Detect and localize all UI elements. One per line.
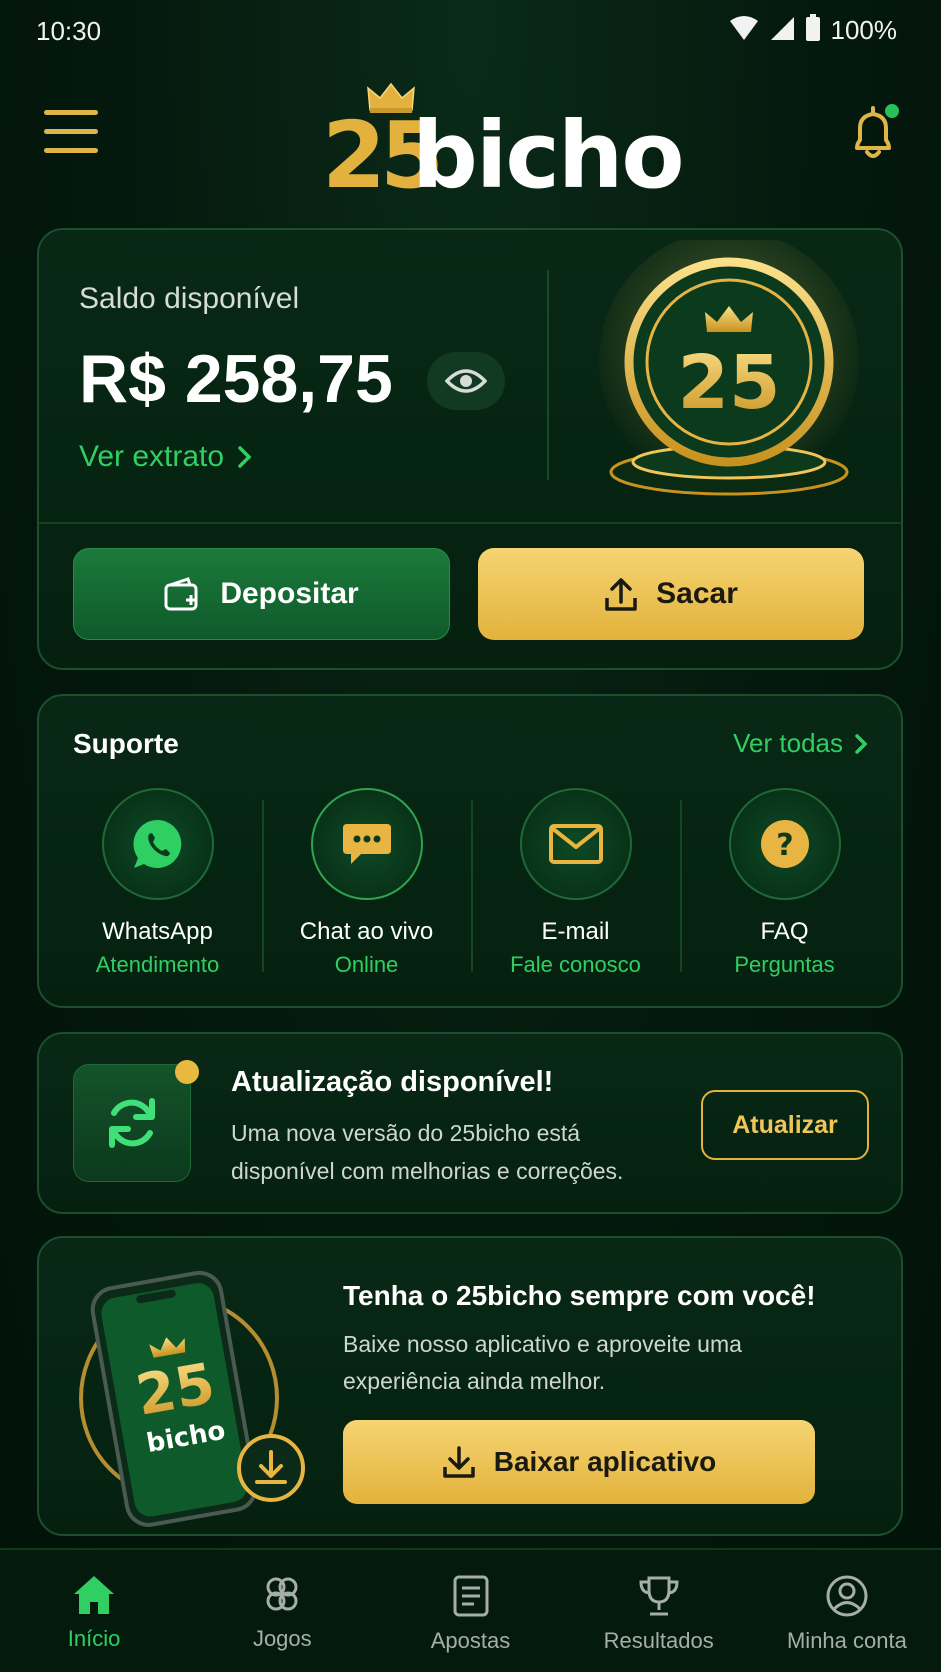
view-statement-label: Ver extrato [79, 440, 225, 473]
nav-label: Apostas [430, 1628, 511, 1653]
eye-icon [445, 369, 487, 393]
logo-word: bicho [412, 102, 685, 209]
status-time: 10:30 [36, 16, 102, 46]
phone-illustration: 25 bicho [69, 1268, 319, 1528]
see-all-link[interactable]: Ver todas [733, 728, 867, 759]
support-name: E-mail [541, 918, 610, 945]
nav-item-home[interactable]: Início [0, 1550, 188, 1672]
support-item-whatsapp[interactable]: WhatsApp Atendimento [53, 788, 262, 984]
support-sub: Atendimento [95, 952, 220, 977]
update-button[interactable]: Atualizar [701, 1090, 869, 1160]
support-title: Suporte [73, 728, 179, 759]
svg-text:?: ? [776, 828, 793, 863]
nav-item-bets[interactable]: Apostas [376, 1550, 564, 1672]
mail-icon [548, 824, 603, 864]
whatsapp-icon [132, 819, 181, 868]
user-icon [826, 1575, 868, 1617]
toggle-visibility-button[interactable] [427, 352, 505, 410]
see-all-label: Ver todas [733, 728, 843, 758]
question-icon: ? [760, 820, 809, 868]
gold-coin-illustration: 25 [579, 230, 879, 510]
app-promo-title: Tenha o 25bicho sempre com você! [343, 1280, 816, 1311]
view-statement-link[interactable]: Ver extrato [79, 440, 252, 474]
app-header: 25 bicho [0, 70, 941, 209]
app-screen: 10:30 100% 25 bicho Saldo disponível R$ … [0, 0, 941, 1672]
withdraw-button[interactable]: Sacar [478, 548, 864, 640]
home-icon [74, 1576, 115, 1614]
nav-label: Resultados [603, 1628, 714, 1653]
support-card: Suporte Ver todas WhatsApp Atendimento C… [37, 694, 903, 1008]
nav-item-results[interactable]: Resultados [565, 1550, 753, 1672]
trophy-icon [639, 1576, 679, 1616]
nav-label: Jogos [252, 1626, 312, 1651]
notification-dot [885, 104, 899, 118]
signal-icon [769, 15, 795, 46]
support-sub: Perguntas [734, 952, 835, 977]
bottom-navigation: Início Jogos Apostas Resultados Minha co… [0, 1548, 941, 1672]
status-icons: 100% [729, 14, 898, 47]
support-name: FAQ [760, 918, 809, 945]
battery-icon [805, 14, 821, 47]
download-app-label: Baixar aplicativo [493, 1446, 717, 1477]
app-promo-card: 25 bicho Tenha o 25bicho sempre com você… [37, 1236, 903, 1536]
balance-hdivider [39, 522, 901, 524]
wifi-icon [729, 15, 759, 46]
nav-label: Início [67, 1626, 121, 1651]
support-item-email[interactable]: E-mail Fale conosco [471, 788, 680, 984]
withdraw-label: Sacar [656, 577, 738, 610]
update-description: Uma nova versão do 25bicho está disponív… [231, 1120, 624, 1184]
hamburger-menu-icon[interactable] [44, 110, 98, 154]
download-icon [442, 1446, 475, 1478]
deposit-button[interactable]: Depositar [73, 548, 450, 640]
status-bar: 10:30 100% [0, 0, 941, 64]
chevron-right-icon [238, 446, 252, 468]
chat-bubble-icon [342, 824, 391, 864]
chevron-right-icon [855, 733, 867, 754]
app-promo-description: Baixe nosso aplicativo e aproveite uma e… [343, 1331, 742, 1394]
update-title: Atualização disponível! [231, 1066, 554, 1098]
refresh-icon [109, 1098, 155, 1148]
support-item-live-chat[interactable]: Chat ao vivo Online [262, 788, 471, 984]
nav-label: Minha conta [786, 1628, 907, 1653]
update-icon-tile [73, 1064, 191, 1182]
balance-divider [547, 270, 549, 480]
upload-icon [605, 578, 637, 611]
support-sub: Fale conosco [510, 952, 641, 977]
support-sub: Online [334, 952, 399, 977]
deposit-label: Depositar [220, 577, 359, 610]
brand-logo: 25 bicho [322, 76, 685, 209]
support-options: WhatsApp Atendimento Chat ao vivo Online [53, 788, 889, 984]
wallet-icon [164, 577, 198, 611]
coin-number: 25 [678, 340, 781, 426]
nav-item-account[interactable]: Minha conta [753, 1550, 941, 1672]
update-badge-dot [175, 1060, 199, 1084]
bell-icon[interactable] [845, 104, 901, 164]
clover-icon [266, 1577, 298, 1611]
balance-card: Saldo disponível R$ 258,75 Ver extrato 2… [37, 228, 903, 670]
update-card: Atualização disponível! Uma nova versão … [37, 1032, 903, 1214]
nav-item-games[interactable]: Jogos [188, 1550, 376, 1672]
support-item-faq[interactable]: ? FAQ Perguntas [680, 788, 889, 984]
support-name: Chat ao vivo [299, 918, 434, 945]
ticket-icon [453, 1575, 488, 1617]
battery-percent: 100% [830, 15, 898, 45]
phone-logo-number: 25 [132, 1351, 220, 1429]
download-app-button[interactable]: Baixar aplicativo [343, 1420, 815, 1504]
balance-value: R$ 258,75 [79, 341, 393, 417]
balance-label: Saldo disponível [79, 282, 300, 315]
support-name: WhatsApp [102, 918, 213, 945]
